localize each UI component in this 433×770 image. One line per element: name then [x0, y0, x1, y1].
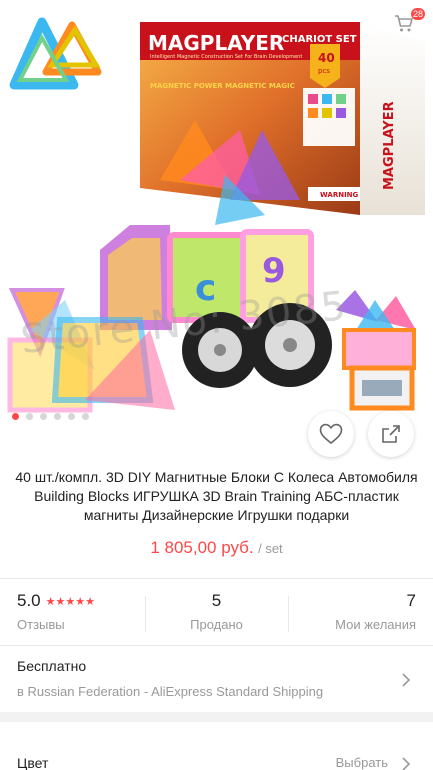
wishlist-value: 7: [406, 591, 416, 610]
color-select-link[interactable]: Выбрать: [336, 755, 388, 770]
box-brand-text: MAGPLAYER: [148, 31, 284, 55]
shipping-row[interactable]: Бесплатно в Russian Federation - AliExpr…: [0, 652, 433, 708]
share-button[interactable]: [368, 411, 414, 457]
sold-value: 5: [211, 591, 222, 610]
box-tagline-text: Intelligent Magnetic Construction Set Fo…: [150, 54, 302, 60]
cart-button[interactable]: 28: [393, 8, 425, 38]
wishlist-stat[interactable]: 7 Мои желания: [335, 591, 416, 632]
reviews-label: Отзывы: [17, 617, 65, 632]
heart-icon: [319, 423, 343, 445]
shipping-detail: в Russian Federation - AliExpress Standa…: [17, 684, 324, 699]
svg-text:MAGPLAYER: MAGPLAYER: [382, 101, 397, 190]
cart-count-badge: 28: [410, 8, 425, 20]
wishlist-label: Мои желания: [335, 617, 416, 632]
gallery-dot[interactable]: [26, 413, 33, 420]
gallery-dot[interactable]: [82, 413, 89, 420]
gallery-dot[interactable]: [68, 413, 75, 420]
product-title: 40 шт./компл. 3D DIY Магнитные Блоки С К…: [15, 469, 418, 523]
product-price: 1 805,00 руб.: [150, 538, 254, 557]
chevron-right-icon: [402, 673, 411, 687]
box-subtitle-text: CHARIOT SET: [282, 34, 357, 45]
back-button[interactable]: [10, 10, 38, 38]
chevron-left-icon: [18, 13, 31, 35]
rating-value: 5.0: [17, 591, 41, 610]
stat-separator: [288, 596, 289, 632]
box-pieces-unit-text: pcs: [318, 67, 330, 75]
stat-separator: [145, 596, 146, 632]
box-pieces-text: 40: [318, 51, 335, 65]
gallery-dot[interactable]: [12, 413, 19, 420]
box-power-text: MAGNETIC POWER MAGNETIC MAGIC: [150, 82, 295, 90]
color-selector-row[interactable]: Цвет Выбрать: [0, 745, 433, 770]
sold-label: Продано: [190, 617, 243, 632]
chevron-right-icon: [402, 757, 411, 770]
gallery-dot[interactable]: [54, 413, 61, 420]
share-icon: [382, 425, 400, 443]
box-warning-text: WARNING: [320, 191, 359, 199]
gallery-dot[interactable]: [40, 413, 47, 420]
block-digit-9: 9: [262, 251, 286, 291]
rating-stars-icon: ★★★★★: [45, 595, 95, 608]
wishlist-button[interactable]: [308, 411, 354, 457]
price-row: 1 805,00 руб. / set: [0, 538, 433, 558]
divider: [0, 645, 433, 646]
reviews-stat[interactable]: 5.0 ★★★★★ Отзывы: [17, 591, 95, 632]
divider: [0, 578, 433, 579]
sold-stat: 5 Продано: [145, 591, 288, 632]
color-label: Цвет: [17, 755, 49, 770]
price-unit: / set: [258, 541, 283, 556]
section-separator: [0, 712, 433, 722]
product-image: MAGPLAYER CHARIOT SET Intelligent Magnet…: [7, 17, 425, 413]
shipping-title: Бесплатно: [17, 658, 87, 674]
product-stats: 5.0 ★★★★★ Отзывы 5 Продано 7 Мои желания: [0, 591, 433, 639]
product-image-gallery[interactable]: MAGPLAYER CHARIOT SET Intelligent Magnet…: [0, 0, 433, 432]
gallery-pagination: [12, 413, 89, 420]
